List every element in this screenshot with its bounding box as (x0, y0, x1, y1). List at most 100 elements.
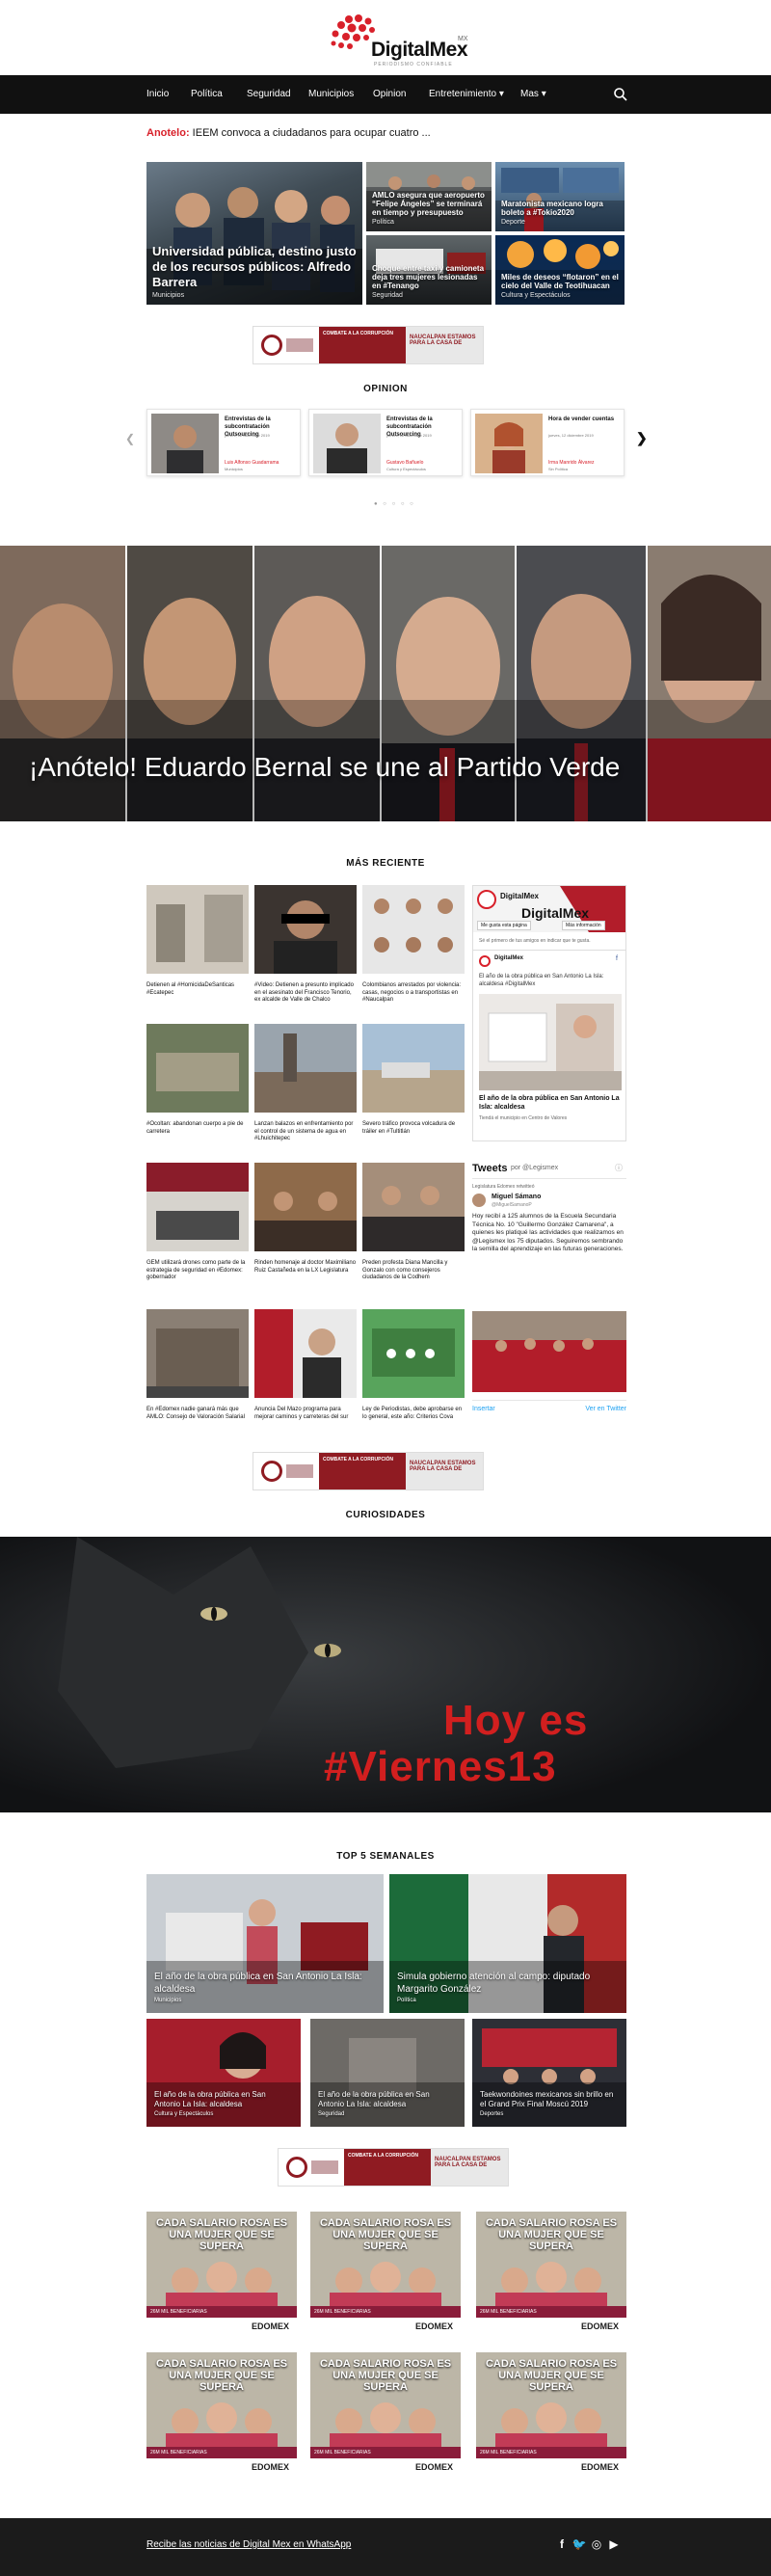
salario-rosa-ad-3[interactable]: CADA SALARIO ROSA ES UNA MUJER QUE SE SU… (476, 2212, 626, 2337)
top5-item-3-category[interactable]: Cultura y Espectáculos (154, 2111, 293, 2117)
recent-item-8-title[interactable]: Rinden homenaje al doctor Maximiliano Ru… (254, 1260, 357, 1275)
top5-item-5-category[interactable]: Deportes (480, 2111, 619, 2117)
hero-tile-2-category[interactable]: Deporte (501, 219, 619, 226)
hero-tile-1-title[interactable]: AMLO asegura que aeropuerto “Felipe Ánge… (372, 191, 486, 217)
search-icon[interactable] (613, 87, 628, 102)
top5-item-1[interactable]: El año de la obra pública en San Antonio… (146, 1874, 384, 2013)
hero-tile-2-title[interactable]: Maratonista mexicano logra boleto a #Tok… (501, 200, 619, 217)
recent-item-4[interactable]: #Ocoltan: abandonan cuerpo a pie de carr… (146, 1024, 249, 1136)
hero-main-title[interactable]: Universidad pública, destino justo de lo… (152, 244, 357, 290)
recent-item-4-title[interactable]: #Ocoltan: abandonan cuerpo a pie de carr… (146, 1121, 249, 1136)
facebook-icon[interactable]: f (553, 2536, 571, 2553)
tw-user[interactable]: Miguel Sámano (492, 1194, 541, 1200)
recent-item-11-title[interactable]: Anuncia Del Mazo programa para mejorar c… (254, 1407, 357, 1421)
recent-item-12-title[interactable]: Ley de Periodistas, debe aprobarse en lo… (362, 1407, 465, 1421)
fb-page-name[interactable]: DigitalMex (500, 892, 539, 900)
recent-item-5-title[interactable]: Lanzan balazos en enfrentamiento por el … (254, 1121, 357, 1143)
recent-item-3-title[interactable]: Colombianos arrestados por violencia: ca… (362, 982, 465, 1005)
fb-like-button[interactable]: Me gusta esta página (477, 921, 531, 930)
recent-item-8[interactable]: Rinden homenaje al doctor Maximiliano Ru… (254, 1163, 357, 1275)
tw-avatar[interactable] (472, 1194, 486, 1207)
youtube-icon[interactable]: ▶ (605, 2536, 623, 2553)
fb-link-title[interactable]: El año de la obra pública en San Antonio… (479, 1094, 622, 1112)
salario-rosa-ad-4[interactable]: CADA SALARIO ROSA ES UNA MUJER QUE SE SU… (146, 2352, 297, 2478)
tw-handle[interactable]: @MiguelSamanoP (492, 1202, 532, 1208)
top5-item-2[interactable]: Simula gobierno atención al campo: diput… (389, 1874, 626, 2013)
recent-item-9[interactable]: Preden profesta Diana Mancilla y Gonzalo… (362, 1163, 465, 1282)
top5-item-2-category[interactable]: Política (397, 1998, 619, 2003)
nav-item-municipios[interactable]: Municipios (308, 75, 354, 114)
nav-item-opinion[interactable]: Opinion (373, 75, 406, 114)
top5-item-1-title[interactable]: El año de la obra pública en San Antonio… (154, 1971, 376, 1996)
opinion-card-2-category[interactable]: Cultura y Espectáculos (386, 467, 426, 471)
recent-item-10-title[interactable]: En #Edomex nadie ganará más que AMLO: Co… (146, 1407, 249, 1421)
whatsapp-link[interactable]: Recibe las noticias de Digital Mex en Wh… (146, 2539, 351, 2550)
curiosity-line-2[interactable]: #Viernes13 (324, 1743, 557, 1791)
hero-tile-4-category[interactable]: Cultura y Espectáculos (501, 292, 619, 299)
info-icon[interactable]: ⓘ (615, 1163, 623, 1173)
recent-item-3[interactable]: Colombianos arrestados por violencia: ca… (362, 885, 465, 1005)
ad-banner-top[interactable]: COMBATE A LA CORRUPCIÓN NAUCALPAN ESTAMO… (253, 326, 484, 364)
hero-tile-3-title[interactable]: Choque entre taxi y camioneta deja tres … (372, 264, 486, 290)
nav-item-politica[interactable]: Política (191, 75, 223, 114)
recent-item-2-title[interactable]: #Video: Detienen a presunto implicado en… (254, 982, 357, 1005)
recent-item-7[interactable]: GEM utilizará drones como parte de la es… (146, 1163, 249, 1282)
twitter-widget[interactable]: Tweets por @Legismex ⓘ Legislatura Edome… (472, 1163, 626, 1423)
opinion-card-2[interactable]: Entrevistas de la subcontratación Outsou… (308, 409, 463, 476)
top5-item-5[interactable]: Taekwondoines mexicanos sin brillo en el… (472, 2019, 626, 2127)
hero-tile-3-category[interactable]: Seguridad (372, 292, 486, 299)
tw-view-link[interactable]: Ver en Twitter (585, 1406, 626, 1412)
hero-tile-1[interactable]: AMLO asegura que aeropuerto “Felipe Ánge… (366, 162, 492, 231)
recent-item-2[interactable]: #Video: Detienen a presunto implicado en… (254, 885, 357, 1005)
salario-rosa-ad-6[interactable]: CADA SALARIO ROSA ES UNA MUJER QUE SE SU… (476, 2352, 626, 2478)
tw-embed-link[interactable]: Insertar (472, 1406, 495, 1412)
salario-rosa-ad-1[interactable]: CADA SALARIO ROSA ES UNA MUJER QUE SE SU… (146, 2212, 297, 2337)
recent-item-1-title[interactable]: Detienen al #HomicidaDeSanticas #Ecatepe… (146, 982, 249, 997)
hero-main-story[interactable]: Universidad pública, destino justo de lo… (146, 162, 362, 305)
top5-item-4[interactable]: El año de la obra pública en San Antonio… (310, 2019, 465, 2127)
facebook-widget[interactable]: DigitalMex DigitalMex Me gusta esta pági… (472, 885, 626, 1141)
ticker-headline[interactable]: IEEM convoca a ciudadanos para ocupar cu… (193, 127, 431, 139)
salario-rosa-ad-2[interactable]: CADA SALARIO ROSA ES UNA MUJER QUE SE SU… (310, 2212, 461, 2337)
curiosity-banner[interactable]: Hoy es #Viernes13 (0, 1537, 771, 1812)
ad-banner-bottom[interactable]: COMBATE A LA CORRUPCIÓN NAUCALPAN ESTAMO… (278, 2148, 509, 2187)
top5-item-4-category[interactable]: Seguridad (318, 2111, 457, 2117)
recent-item-7-title[interactable]: GEM utilizará drones como parte de la es… (146, 1260, 249, 1282)
hero-tile-2[interactable]: Maratonista mexicano logra boleto a #Tok… (495, 162, 625, 231)
hero-tile-1-category[interactable]: Política (372, 219, 486, 226)
nav-item-seguridad[interactable]: Seguridad (247, 75, 291, 114)
hero-main-category[interactable]: Municipios (152, 292, 357, 299)
top5-item-4-title[interactable]: El año de la obra pública en San Antonio… (318, 2090, 457, 2109)
ad-banner-middle[interactable]: COMBATE A LA CORRUPCIÓN NAUCALPAN ESTAMO… (253, 1452, 484, 1490)
recent-item-9-title[interactable]: Preden profesta Diana Mancilla y Gonzalo… (362, 1260, 465, 1282)
top5-item-1-category[interactable]: Municipios (154, 1998, 376, 2003)
curiosity-line-1[interactable]: Hoy es (443, 1697, 588, 1745)
fb-info-button[interactable]: Más información (562, 921, 605, 930)
top5-item-2-title[interactable]: Simula gobierno atención al campo: diput… (397, 1971, 619, 1996)
opinion-card-3-category[interactable]: Sin Política (548, 467, 568, 471)
nav-item-mas[interactable]: Mas ▾ (520, 75, 546, 114)
recent-item-12[interactable]: Ley de Periodistas, debe aprobarse en lo… (362, 1309, 465, 1421)
top5-item-3-title[interactable]: El año de la obra pública en San Antonio… (154, 2090, 293, 2109)
feature-title[interactable]: ¡Anótelo! Eduardo Bernal se une al Parti… (29, 752, 620, 783)
breaking-ticker[interactable]: Anotelo: IEEM convoca a ciudadanos para … (146, 123, 628, 143)
opinion-card-3-author[interactable]: Irma Manrido Álvarez (548, 460, 595, 466)
top5-item-5-title[interactable]: Taekwondoines mexicanos sin brillo en el… (480, 2090, 619, 2109)
fb-post-author[interactable]: DigitalMex (494, 955, 523, 961)
opinion-card-1[interactable]: Entrevistas de la subcontratación Outsou… (146, 409, 301, 476)
hero-tile-4-title[interactable]: Miles de deseos “flotaron” en el cielo d… (501, 273, 619, 290)
instagram-icon[interactable]: ◎ (588, 2536, 605, 2553)
salario-rosa-ad-5[interactable]: CADA SALARIO ROSA ES UNA MUJER QUE SE SU… (310, 2352, 461, 2478)
brand-name[interactable]: DigitalMex (371, 39, 468, 62)
opinion-card-3-title[interactable]: Hora de vender cuentas (548, 416, 622, 423)
twitter-icon[interactable]: 🐦 (571, 2536, 588, 2553)
recent-item-10[interactable]: En #Edomex nadie ganará más que AMLO: Co… (146, 1309, 249, 1421)
carousel-dots[interactable]: ● ○ ○ ○ ○ (374, 501, 415, 507)
recent-item-6-title[interactable]: Severo tráfico provoca volcadura de trái… (362, 1121, 465, 1136)
feature-banner[interactable]: ¡Anótelo! Eduardo Bernal se une al Parti… (0, 546, 771, 821)
tw-by[interactable]: por @Legismex (511, 1165, 558, 1171)
opinion-card-1-category[interactable]: Municipios (225, 467, 243, 471)
top5-item-3[interactable]: El año de la obra pública en San Antonio… (146, 2019, 301, 2127)
carousel-next-icon[interactable]: ❯ (636, 430, 648, 446)
recent-item-1[interactable]: Detienen al #HomicidaDeSanticas #Ecatepe… (146, 885, 249, 997)
